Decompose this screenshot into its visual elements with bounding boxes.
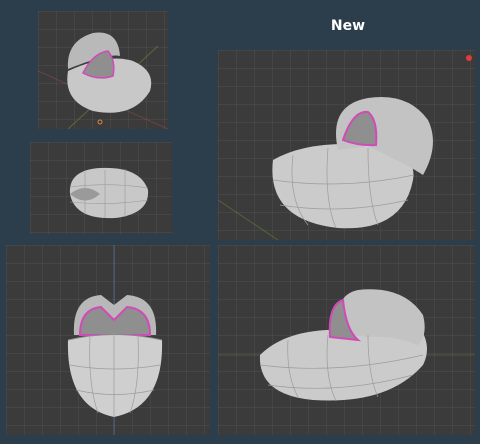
mesh-model-side (218, 289, 475, 402)
bottom-left-front-view[interactable] (6, 245, 210, 435)
mesh-model-top (69, 167, 149, 219)
top-right-perspective-view[interactable] (218, 50, 475, 240)
new-heading: New (330, 18, 366, 34)
middle-left-top-view[interactable] (30, 142, 172, 234)
mesh-model-front (67, 245, 163, 435)
top-left-perspective-view[interactable] (38, 11, 168, 129)
gizmo-indicator-icon[interactable] (466, 55, 472, 61)
bottom-right-side-view[interactable] (218, 245, 475, 435)
mesh-model-perspective (38, 32, 168, 129)
mesh-model-right-perspective (218, 96, 433, 240)
